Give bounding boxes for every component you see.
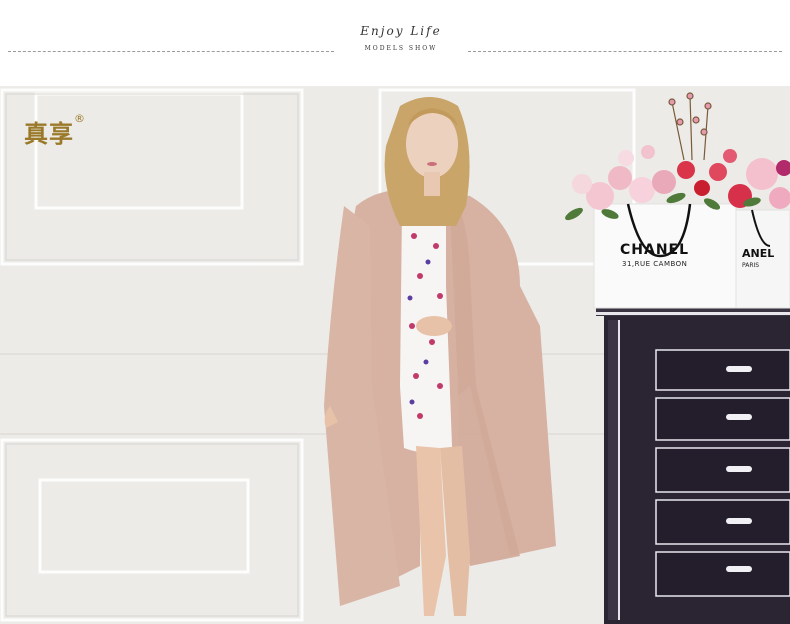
brand-logo: 真享®	[24, 112, 86, 149]
header-script-title: Enjoy Life	[360, 24, 442, 38]
header-subtitle: MODELS SHOW	[364, 45, 438, 52]
page-header: Enjoy Life MODELS SHOW	[0, 0, 790, 86]
header-divider-right	[468, 51, 782, 52]
model-photo: 真享® CHANEL 31,RUE CAMBON ANEL PARIS	[0, 86, 790, 624]
registered-mark: ®	[74, 112, 86, 125]
bag-right-brand: ANEL	[742, 247, 775, 260]
photo-illustration	[0, 86, 790, 624]
brand-logo-text: 真享	[24, 120, 74, 148]
bag-right-city: PARIS	[742, 262, 760, 269]
header-divider-left	[8, 51, 334, 52]
bag-left-address: 31,RUE CAMBON	[622, 260, 688, 268]
bag-left-brand: CHANEL	[620, 242, 690, 258]
